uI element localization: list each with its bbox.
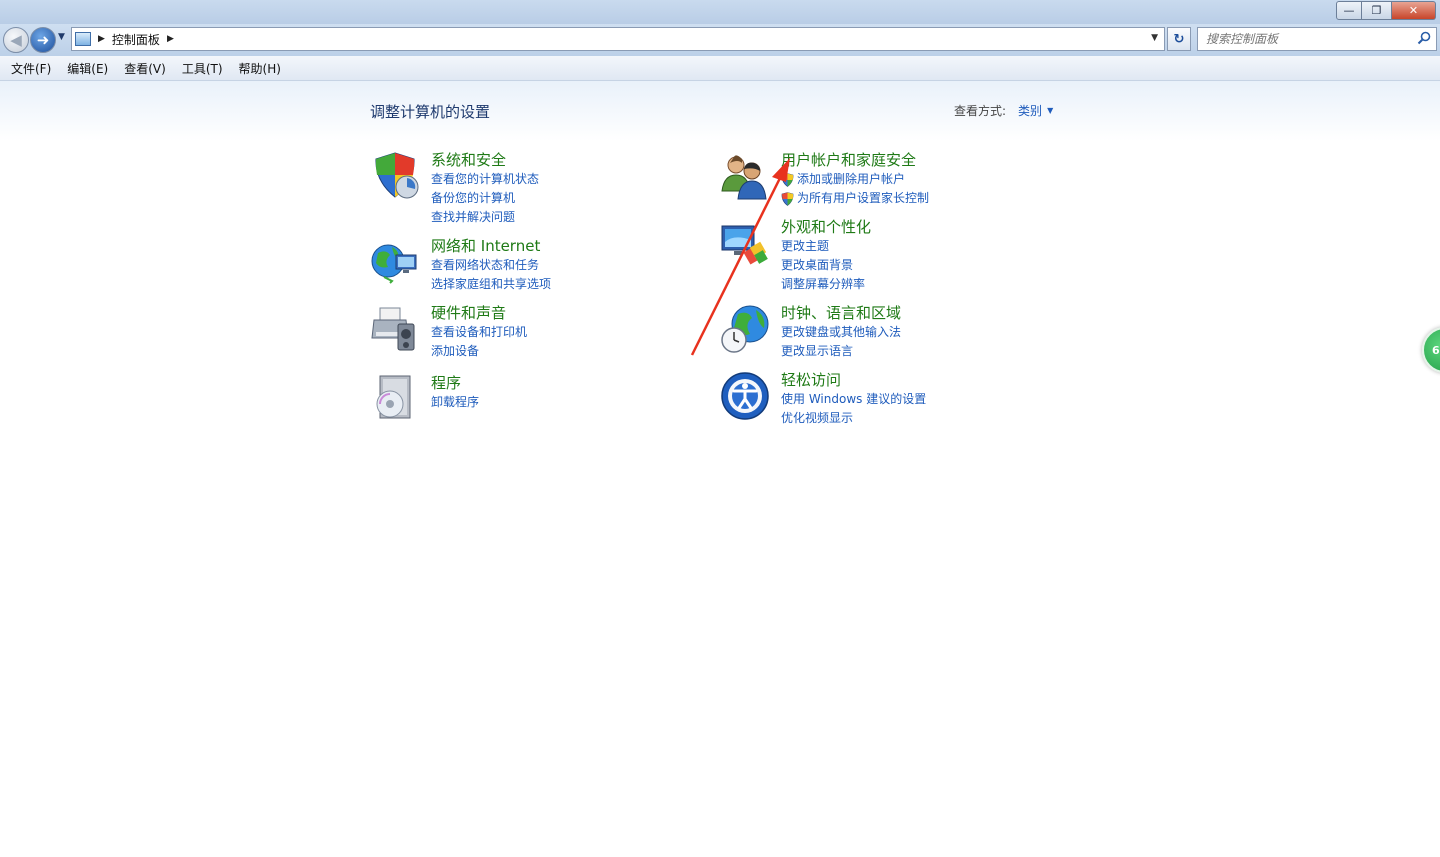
window-title-bar: — ❐ ✕ (0, 0, 1440, 24)
search-input[interactable] (1206, 32, 1416, 46)
category-link[interactable]: 更改键盘或其他输入法 (781, 323, 901, 342)
category-appearance: 外观和个性化 更改主题 更改桌面背景 调整屏幕分辨率 (720, 218, 871, 294)
category-link-label[interactable]: 添加或删除用户帐户 (797, 170, 905, 189)
forward-button[interactable]: ➜ (30, 27, 56, 53)
address-dropdown-icon[interactable]: ▼ (1151, 33, 1158, 43)
view-mode: 查看方式: 类别 ▼ (954, 102, 1053, 119)
menu-edit[interactable]: 编辑(E) (59, 58, 116, 79)
category-link-label[interactable]: 为所有用户设置家长控制 (797, 189, 929, 208)
category-user-accounts: 用户帐户和家庭安全 添加或删除用户帐户 为所有用户设置家长控制 (720, 151, 929, 208)
menu-tools[interactable]: 工具(T) (174, 58, 231, 79)
category-link[interactable]: 添加或删除用户帐户 (781, 170, 929, 189)
category-link[interactable]: 查看您的计算机状态 (431, 170, 539, 189)
category-hardware-sound: 硬件和声音 查看设备和打印机 添加设备 (370, 304, 527, 361)
category-body: 网络和 Internet 查看网络状态和任务 选择家庭组和共享选项 (431, 237, 551, 294)
category-system-security: 系统和安全 查看您的计算机状态 备份您的计算机 查找并解决问题 (370, 151, 539, 227)
control-panel-content: 调整计算机的设置 查看方式: 类别 ▼ 系统和安全 查看您的计算机状态 备份您的… (0, 81, 1440, 857)
forward-arrow-icon: ➜ (36, 31, 50, 49)
breadcrumb-control-panel[interactable]: 控制面板 (112, 31, 160, 48)
menu-bar: 文件(F) 编辑(E) 查看(V) 工具(T) 帮助(H) (0, 56, 1440, 81)
refresh-icon: ↻ (1173, 31, 1185, 47)
search-box[interactable] (1197, 27, 1437, 51)
category-link[interactable]: 更改桌面背景 (781, 256, 871, 275)
category-clock-language: 时钟、语言和区域 更改键盘或其他输入法 更改显示语言 (720, 304, 901, 361)
category-ease-of-access: 轻松访问 使用 Windows 建议的设置 优化视频显示 (720, 371, 926, 428)
back-button[interactable]: ◀ (3, 27, 29, 53)
navigation-bar: ◀ ➜ ▼ ▶ 控制面板 ▶ ▼ ↻ (0, 24, 1440, 56)
category-link[interactable]: 查找并解决问题 (431, 208, 539, 227)
back-arrow-icon: ◀ (10, 31, 22, 49)
page-title: 调整计算机的设置 (370, 103, 491, 121)
breadcrumb-chevron-icon[interactable]: ▶ (98, 34, 105, 44)
menu-file[interactable]: 文件(F) (3, 58, 59, 79)
category-link[interactable]: 备份您的计算机 (431, 189, 539, 208)
printer-speaker-icon[interactable] (370, 304, 420, 354)
category-link[interactable]: 更改主题 (781, 237, 871, 256)
network-globe-icon[interactable] (370, 237, 420, 287)
category-link[interactable]: 更改显示语言 (781, 342, 901, 361)
category-body: 硬件和声音 查看设备和打印机 添加设备 (431, 304, 527, 361)
menu-help[interactable]: 帮助(H) (231, 58, 289, 79)
restore-button[interactable]: ❐ (1362, 1, 1392, 20)
floating-badge-text: 61 (1432, 343, 1440, 357)
refresh-button[interactable]: ↻ (1167, 27, 1191, 51)
category-body: 外观和个性化 更改主题 更改桌面背景 调整屏幕分辨率 (781, 218, 871, 294)
address-bar[interactable]: ▶ 控制面板 ▶ ▼ (71, 27, 1165, 51)
category-network-internet: 网络和 Internet 查看网络状态和任务 选择家庭组和共享选项 (370, 237, 551, 294)
uac-shield-icon (781, 172, 794, 187)
category-body: 用户帐户和家庭安全 添加或删除用户帐户 为所有用户设置家长控制 (781, 151, 929, 208)
programs-disc-icon[interactable] (370, 374, 420, 424)
category-title[interactable]: 网络和 Internet (431, 237, 551, 256)
category-body: 程序 卸载程序 (431, 374, 479, 424)
category-link[interactable]: 查看设备和打印机 (431, 323, 527, 342)
category-link[interactable]: 选择家庭组和共享选项 (431, 275, 551, 294)
category-link[interactable]: 查看网络状态和任务 (431, 256, 551, 275)
category-title[interactable]: 轻松访问 (781, 371, 926, 390)
category-link[interactable]: 调整屏幕分辨率 (781, 275, 871, 294)
category-link[interactable]: 优化视频显示 (781, 409, 926, 428)
window-controls: — ❐ ✕ (1336, 1, 1436, 20)
accessibility-icon[interactable] (720, 371, 770, 421)
view-mode-selector[interactable]: 类别 (1018, 102, 1042, 119)
category-title[interactable]: 外观和个性化 (781, 218, 871, 237)
menu-view[interactable]: 查看(V) (116, 58, 174, 79)
close-button[interactable]: ✕ (1392, 1, 1436, 20)
category-title[interactable]: 系统和安全 (431, 151, 539, 170)
recent-pages-dropdown[interactable]: ▼ (58, 32, 65, 42)
breadcrumb-chevron-icon[interactable]: ▶ (167, 34, 174, 44)
control-panel-icon (75, 32, 91, 46)
category-programs: 程序 卸载程序 (370, 374, 479, 424)
category-link[interactable]: 使用 Windows 建议的设置 (781, 390, 926, 409)
category-title[interactable]: 用户帐户和家庭安全 (781, 151, 929, 170)
globe-clock-icon[interactable] (720, 304, 770, 354)
uac-shield-icon (781, 191, 794, 206)
view-mode-label: 查看方式: (954, 104, 1007, 118)
category-body: 系统和安全 查看您的计算机状态 备份您的计算机 查找并解决问题 (431, 151, 539, 227)
chevron-down-icon[interactable]: ▼ (1047, 106, 1053, 115)
category-title[interactable]: 程序 (431, 374, 479, 393)
category-title[interactable]: 时钟、语言和区域 (781, 304, 901, 323)
users-icon[interactable] (720, 151, 770, 201)
category-link[interactable]: 为所有用户设置家长控制 (781, 189, 929, 208)
category-link[interactable]: 添加设备 (431, 342, 527, 361)
category-body: 时钟、语言和区域 更改键盘或其他输入法 更改显示语言 (781, 304, 901, 361)
minimize-button[interactable]: — (1336, 1, 1362, 20)
search-icon[interactable] (1417, 31, 1431, 45)
monitor-paint-icon[interactable] (720, 218, 770, 268)
category-title[interactable]: 硬件和声音 (431, 304, 527, 323)
shield-icon[interactable] (370, 151, 420, 201)
category-link[interactable]: 卸载程序 (431, 393, 479, 412)
chevron-down-icon: ▼ (58, 32, 65, 42)
category-body: 轻松访问 使用 Windows 建议的设置 优化视频显示 (781, 371, 926, 428)
